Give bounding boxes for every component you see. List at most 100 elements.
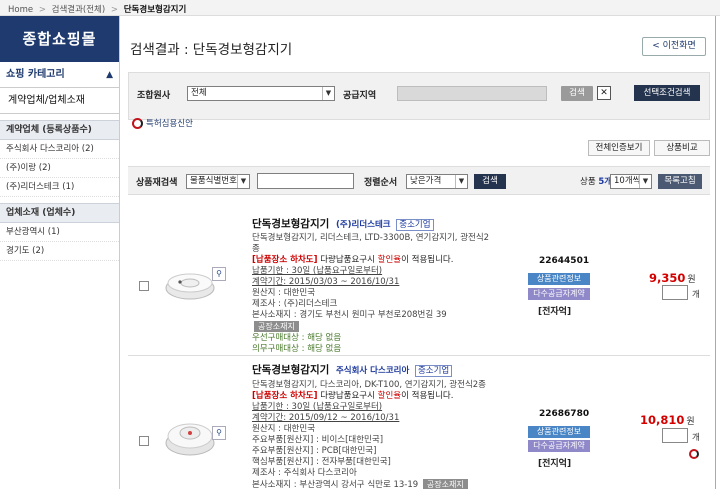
region-search-button[interactable]: 검색 [561, 86, 593, 101]
price-currency: 원 [687, 275, 696, 285]
manufacturer: 제조사 : (주)리더스테크 [252, 299, 338, 309]
per-page-select[interactable]: 10개씩 ▼ [610, 174, 652, 189]
discount-tail: 이 적용됩니다. [401, 391, 454, 401]
product-info-button[interactable]: 상품관련정보 [528, 273, 590, 285]
price-value: 10,810 [640, 413, 685, 427]
discount-line: [납품장소 하차도] 다량납품요구시 할인율이 적용됩니다. [252, 255, 453, 266]
product-company[interactable]: 주식회사 다스코리아 [336, 366, 409, 376]
product-checkbox[interactable] [139, 281, 149, 291]
main-content: 검색결과 : 단독경보형감지기 < 이전화면 조합원사 전체 ▼ 공급지역 검색… [120, 16, 716, 489]
smoke-detector-image[interactable] [158, 252, 222, 316]
sidebar-item-company[interactable]: (주)이랑 (2) [0, 159, 119, 178]
discount-line: [납품장소 하차도] 다량납품요구시 할인율이 적용됩니다. [252, 391, 453, 402]
patent-filter[interactable]: 특허심용신안 [132, 117, 193, 129]
sidebar-item-location[interactable]: 부산광역시 (1) [0, 223, 119, 242]
breadcrumb-separator: > [110, 5, 119, 15]
factory-location-button[interactable]: 공장소재지 [422, 479, 468, 489]
refresh-list-button[interactable]: 목록고침 [658, 174, 702, 189]
page-title: 검색결과 : 단독경보형감지기 [130, 42, 293, 58]
product-count: 상품 5개 [580, 175, 612, 187]
discount-label: [납품장소 하차도] [252, 255, 318, 265]
chevron-down-icon: ▼ [322, 87, 334, 100]
product-price: 10,810 원 [640, 413, 695, 427]
shopping-category-label: 쇼핑 카테고리 [6, 69, 65, 80]
product-title[interactable]: 단독경보형감지기 (주)리더스테크 중소기업 [252, 216, 434, 231]
quantity-input[interactable] [662, 285, 688, 300]
product-info-button[interactable]: 상품관련정보 [528, 426, 590, 438]
zoom-icon[interactable]: ⚲ [212, 426, 226, 440]
apply-filter-button[interactable]: 선택조건검색 [634, 85, 700, 101]
manufacturer: 제조사 : 주식회사 다스코리아 [252, 468, 357, 478]
product-price: 9,350 원 [649, 271, 696, 285]
chevron-down-icon: ▼ [639, 175, 651, 188]
sidebar-item-location[interactable]: 경기도 (2) [0, 242, 119, 261]
product-title[interactable]: 단독경보형감지기 주식회사 다스코리아 중소기업 [252, 362, 453, 377]
breadcrumb-search-results[interactable]: 검색결과(전체) [52, 5, 106, 15]
product-company[interactable]: (주)리더스테크 [336, 220, 391, 230]
delivery-term: 납품기한 : 30일 (납품요구일로부터) [252, 402, 383, 412]
region-input[interactable] [397, 86, 547, 101]
order-select[interactable]: 낮은가격 ▼ [406, 174, 468, 189]
group-title-location: 업체소재 (업체수) [0, 203, 119, 223]
re-search-select-value: 물품식별번호 [190, 176, 237, 186]
view-all-certs-button[interactable]: 전체인증보기 [588, 140, 650, 156]
product-row: ⚲ 단독경보형감지기 주식회사 다스코리아 중소기업 단독경보형감지기, 다스코… [128, 356, 710, 489]
discount-label: [납품장소 하차도] [252, 391, 318, 401]
electronic-badge: [전자억] [538, 307, 572, 317]
product-spec: 종 [252, 244, 260, 254]
sidebar: 종합쇼핑몰 쇼핑 카테고리 ▲ 계약업체/업체소재 계약업체 (등록상품수) 주… [0, 16, 120, 489]
zoom-icon[interactable]: ⚲ [212, 267, 226, 281]
hq-address-row: 본사소재지 : 부산광역시 강서구 식만로 13-19 공장소재지 [252, 479, 468, 489]
part-origin: 주요부품[원산지] : PCB[대한민국] [252, 446, 377, 456]
sort-search-button[interactable]: 검색 [474, 174, 506, 189]
re-search-label: 상품재검색 [136, 178, 178, 188]
close-icon[interactable]: ✕ [597, 86, 611, 100]
breadcrumb-separator: > [38, 5, 46, 15]
product-name: 단독경보형감지기 [252, 364, 330, 376]
price-currency: 원 [686, 417, 695, 427]
sidebar-item-company[interactable]: 주식회사 다스코리아 (2) [0, 140, 119, 159]
quantity-input[interactable] [662, 428, 688, 443]
category-selected[interactable]: 계약업체/업체소재 [0, 88, 119, 114]
chevron-down-icon: ▼ [455, 175, 467, 188]
per-page-value: 10개씩 [614, 176, 641, 186]
electronic-badge: [전지억] [538, 459, 572, 469]
product-spec: 단독경보형감지기, 다스코리아, DK-T100, 연기감지기, 광전식2종 [252, 380, 486, 390]
group-title-company: 계약업체 (등록상품수) [0, 120, 119, 140]
re-search-select[interactable]: 물품식별번호 ▼ [186, 174, 250, 189]
hq-address: 본사소재지 : 경기도 부천시 원미구 부천로208번길 39 [252, 310, 447, 320]
product-code: 22644501 [539, 256, 590, 266]
discount-rate-link[interactable]: 할인율 [378, 255, 401, 265]
discount-tail: 이 적용됩니다. [401, 255, 454, 265]
org-select[interactable]: 전체 ▼ [187, 86, 335, 101]
price-value: 9,350 [649, 271, 686, 285]
discount-text: 다량납품요구시 [320, 255, 375, 265]
delivery-term: 납품기한 : 30일 (납품요구일로부터) [252, 266, 383, 276]
contract-period: 계약기간: 2015/03/03 ~ 2016/10/31 [252, 277, 400, 287]
hq-address: 본사소재지 : 부산광역시 강서구 식만로 13-19 [252, 480, 419, 489]
sidebar-item-company[interactable]: (주)리더스테크 (1) [0, 178, 119, 197]
product-checkbox[interactable] [139, 436, 149, 446]
product-spec: 단독경보형감지기, 리더스테크, LTD-3300B, 연기감지기, 광전식2 [252, 233, 490, 243]
order-label: 정렬순서 [364, 178, 398, 188]
product-row: ⚲ 단독경보형감지기 (주)리더스테크 중소기업 단독경보형감지기, 리더스테크… [128, 201, 710, 356]
order-select-value: 낮은가격 [410, 176, 442, 186]
re-search-input[interactable] [257, 173, 354, 189]
product-count-prefix: 상품 [580, 177, 596, 187]
brand-title[interactable]: 종합쇼핑몰 [0, 16, 119, 62]
sort-panel: 상품재검색 물품식별번호 ▼ 정렬순서 낮은가격 ▼ 검색 상품 5개 10개씩… [128, 166, 710, 195]
factory-row: 공장소재지 [252, 321, 299, 333]
quantity-unit: 개 [692, 433, 700, 443]
breadcrumb-home[interactable]: Home [8, 5, 33, 15]
filter-panel: 조합원사 전체 ▼ 공급지역 검색 ✕ 선택조건검색 [128, 72, 710, 120]
chevron-down-icon: ▼ [237, 175, 249, 188]
mandatory-purchase: 의무구매대상 : 해당 없음 [252, 344, 342, 354]
compare-button[interactable]: 상품비교 [654, 140, 710, 156]
back-button[interactable]: < 이전화면 [642, 37, 706, 56]
factory-location-button[interactable]: 공장소재지 [254, 321, 299, 332]
org-label: 조합원사 [137, 91, 171, 101]
product-name: 단독경보형감지기 [252, 218, 330, 230]
collapse-arrow-icon[interactable]: ▲ [106, 62, 113, 88]
discount-rate-link[interactable]: 할인율 [378, 391, 401, 401]
shopping-category-header[interactable]: 쇼핑 카테고리 ▲ [0, 62, 119, 88]
